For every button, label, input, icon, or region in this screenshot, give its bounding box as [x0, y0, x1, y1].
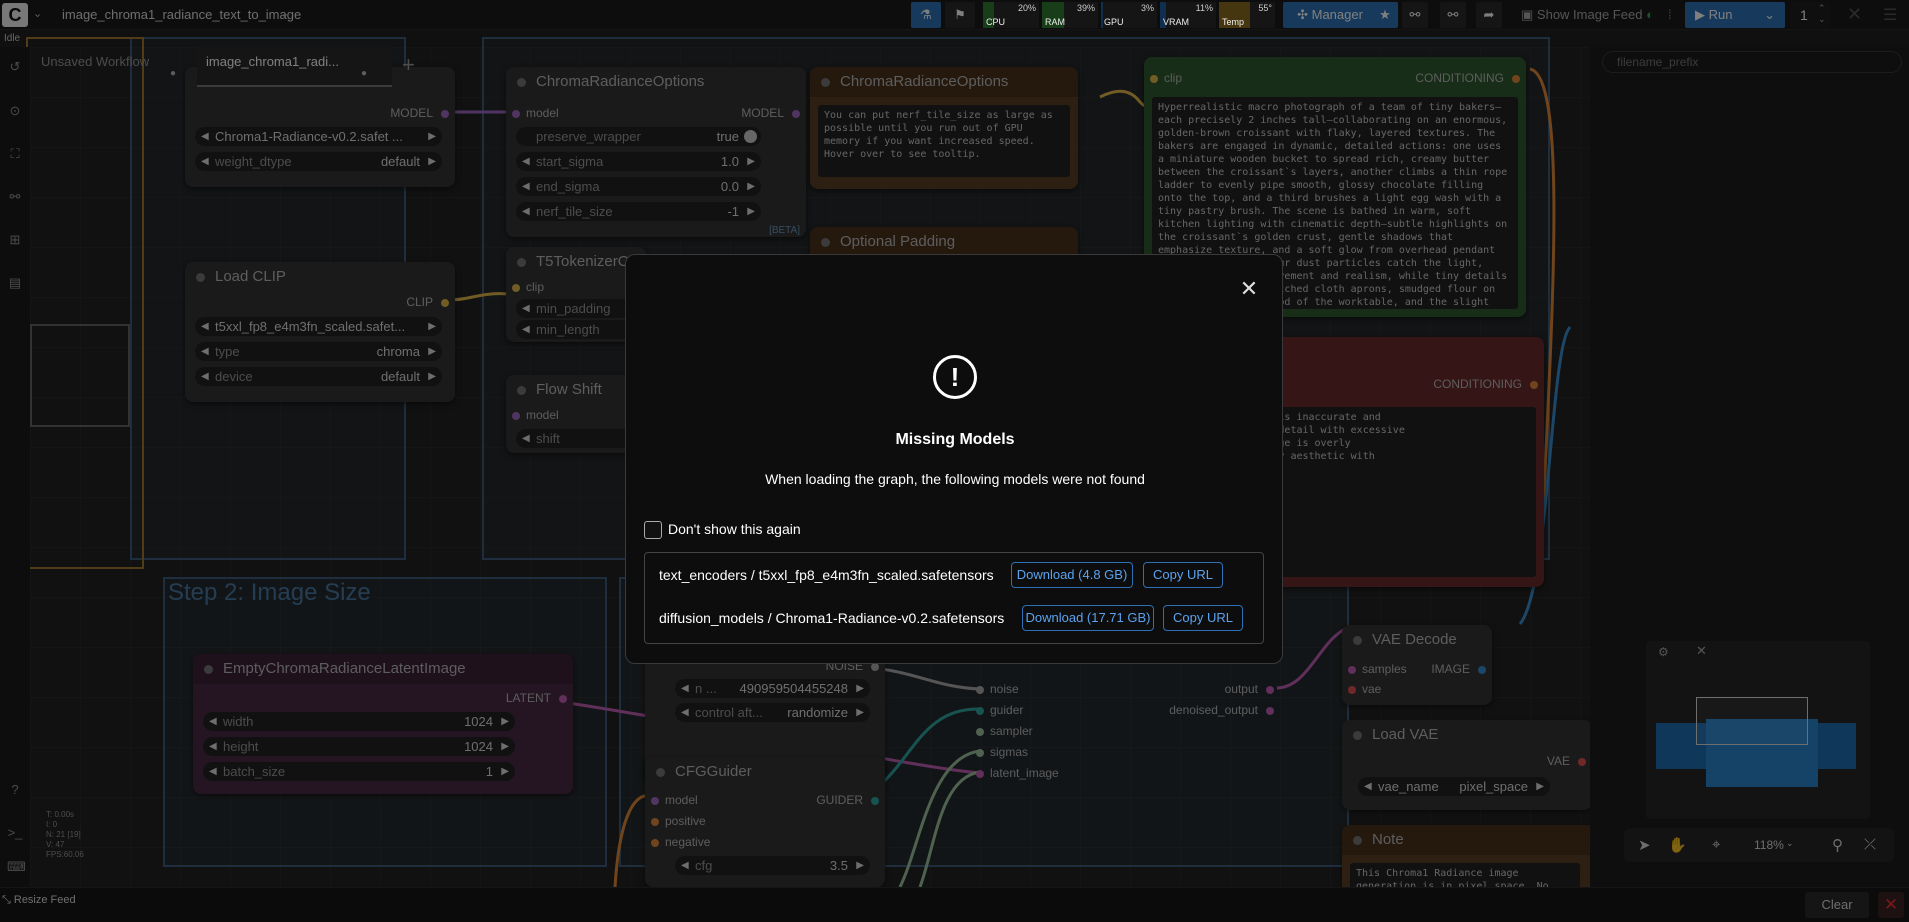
ram-pct: 39%	[1076, 3, 1095, 13]
copy-url-button[interactable]: Copy URL	[1163, 605, 1243, 631]
missing-model-name: text_encoders / t5xxl_fp8_e4m3fn_scaled.…	[659, 567, 994, 583]
dont-show-again-label[interactable]: Don't show this again	[668, 521, 801, 537]
missing-models-dialog: ✕ ! Missing Models When loading the grap…	[625, 254, 1283, 664]
missing-model-name: diffusion_models / Chroma1-Radiance-v0.2…	[659, 610, 1005, 626]
gpu-pct: 3%	[1140, 3, 1154, 13]
close-icon[interactable]: ✕	[1238, 278, 1260, 300]
copy-url-button[interactable]: Copy URL	[1143, 562, 1223, 588]
temp-pct: 55°	[1258, 3, 1272, 13]
vram-pct: 11%	[1195, 3, 1213, 13]
vram-label: VRAM	[1163, 17, 1190, 27]
cpu-label: CPU	[986, 17, 1006, 27]
cpu-pct: 20%	[1017, 3, 1036, 13]
warning-icon: !	[933, 355, 977, 399]
dialog-title: Missing Models	[895, 431, 1015, 448]
dialog-message: When loading the graph, the following mo…	[765, 471, 1145, 487]
gpu-label: GPU	[1104, 17, 1124, 27]
ram-label: RAM	[1045, 17, 1065, 27]
missing-models-list: text_encoders / t5xxl_fp8_e4m3fn_scaled.…	[644, 552, 1264, 644]
temp-label: Temp	[1222, 17, 1245, 27]
comfyui-app: Step 2: Image Size Sa MODEL ◀	[0, 0, 1909, 922]
dont-show-again-checkbox[interactable]	[644, 521, 662, 539]
download-button[interactable]: Download (4.8 GB)	[1011, 562, 1133, 588]
download-button[interactable]: Download (17.71 GB)	[1022, 605, 1154, 631]
